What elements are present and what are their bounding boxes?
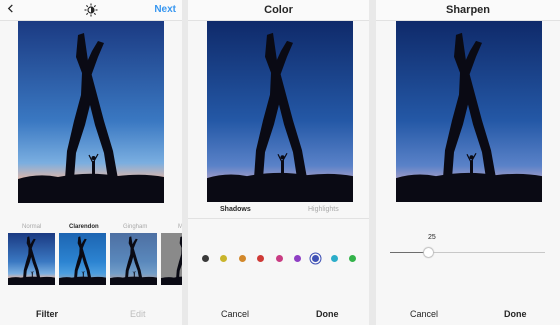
filter-label-normal: Normal bbox=[22, 224, 42, 230]
cancel-button[interactable]: Cancel bbox=[410, 309, 438, 319]
photo-preview bbox=[207, 21, 353, 202]
color-swatch[interactable] bbox=[238, 255, 246, 262]
tab-filter[interactable]: Filter bbox=[36, 309, 58, 319]
color-swatch[interactable] bbox=[275, 255, 283, 262]
photo-preview bbox=[396, 21, 542, 202]
color-swatch[interactable] bbox=[349, 255, 357, 262]
filter-thumb-moon[interactable] bbox=[161, 233, 182, 285]
photo-preview bbox=[18, 21, 164, 203]
slider-value: 25 bbox=[428, 234, 436, 241]
shadow-highlight-tabs: Shadows Highlights bbox=[188, 206, 369, 219]
filter-label-more: M bbox=[178, 224, 182, 230]
sharpen-screen: Sharpen 25 Cancel Done bbox=[376, 0, 560, 325]
done-button[interactable]: Done bbox=[504, 309, 527, 319]
cancel-button[interactable]: Cancel bbox=[221, 309, 249, 319]
filter-screen: Next Normal Clarendon Gingham M Filter E… bbox=[0, 0, 182, 325]
filter-thumb-gingham[interactable] bbox=[110, 233, 157, 285]
tab-edit[interactable]: Edit bbox=[130, 309, 146, 319]
color-swatch[interactable] bbox=[257, 255, 265, 262]
next-button[interactable]: Next bbox=[154, 4, 176, 15]
color-swatch[interactable] bbox=[220, 255, 228, 262]
tab-shadows[interactable]: Shadows bbox=[220, 206, 251, 213]
filter-label-clarendon: Clarendon bbox=[69, 224, 99, 230]
filter-label-gingham: Gingham bbox=[123, 224, 148, 230]
chevron-left-icon[interactable] bbox=[6, 4, 15, 13]
header: Next bbox=[0, 0, 182, 21]
color-screen: Color Shadows Highlights Cancel Done bbox=[188, 0, 369, 325]
color-swatch[interactable] bbox=[330, 255, 338, 262]
filter-thumb-normal[interactable] bbox=[8, 233, 55, 285]
done-button[interactable]: Done bbox=[316, 309, 339, 319]
page-title: Sharpen bbox=[445, 4, 490, 16]
header: Color bbox=[188, 0, 369, 21]
sharpen-slider-fill bbox=[390, 252, 429, 253]
filter-thumb-clarendon[interactable] bbox=[59, 233, 106, 285]
page-title: Color bbox=[264, 4, 293, 16]
color-swatch[interactable] bbox=[312, 255, 320, 262]
color-swatch[interactable] bbox=[294, 255, 301, 262]
lux-sun-icon[interactable] bbox=[84, 3, 98, 17]
color-swatch[interactable] bbox=[202, 255, 209, 262]
header: Sharpen bbox=[376, 0, 560, 21]
sharpen-slider-knob[interactable] bbox=[424, 248, 434, 257]
tab-highlights[interactable]: Highlights bbox=[308, 206, 339, 213]
